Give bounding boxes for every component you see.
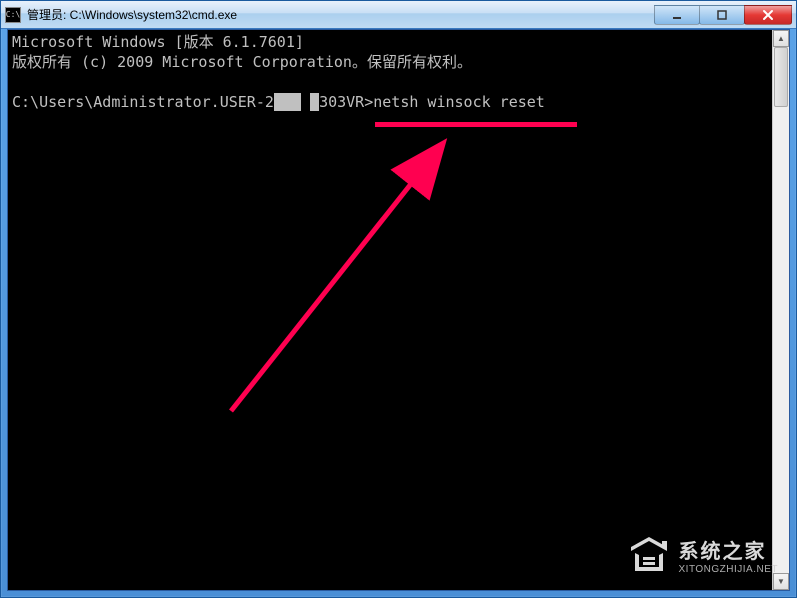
prompt-path-1: C:\Users\Administrator.USER-2 <box>12 93 274 111</box>
prompt-path-2: 303VR> <box>319 93 373 111</box>
close-button[interactable] <box>744 5 792 25</box>
watermark: 系统之家 XITONGZHIJIA.NET <box>627 533 779 577</box>
scroll-up-button[interactable]: ▲ <box>773 30 789 47</box>
minimize-icon <box>671 9 683 21</box>
redacted-2 <box>310 93 319 111</box>
redacted-1 <box>274 93 301 111</box>
maximize-icon <box>716 9 728 21</box>
terminal-output[interactable]: Microsoft Windows [版本 6.1.7601] 版权所有 (c)… <box>8 30 772 590</box>
maximize-button[interactable] <box>699 5 745 25</box>
terminal-prompt-line: C:\Users\Administrator.USER-2 303VR>nets… <box>12 93 545 111</box>
content-area: Microsoft Windows [版本 6.1.7601] 版权所有 (c)… <box>7 29 790 591</box>
watermark-logo-icon <box>627 533 671 577</box>
window-title: 管理员: C:\Windows\system32\cmd.exe <box>27 6 655 23</box>
scroll-track[interactable] <box>773 47 789 573</box>
close-icon <box>762 9 774 21</box>
annotation-underline <box>375 122 577 127</box>
terminal-line-1: Microsoft Windows [版本 6.1.7601] <box>12 33 304 51</box>
titlebar[interactable]: C:\ 管理员: C:\Windows\system32\cmd.exe <box>1 1 796 29</box>
cmd-icon: C:\ <box>5 7 21 23</box>
command-text: netsh winsock reset <box>373 93 545 111</box>
minimize-button[interactable] <box>654 5 700 25</box>
watermark-title: 系统之家 <box>679 535 779 564</box>
window-controls <box>655 5 792 25</box>
cmd-icon-text: C:\ <box>6 10 20 19</box>
watermark-text: 系统之家 XITONGZHIJIA.NET <box>679 535 779 575</box>
scroll-thumb[interactable] <box>774 47 788 107</box>
terminal-line-2: 版权所有 (c) 2009 Microsoft Corporation。保留所有… <box>12 53 472 71</box>
watermark-url: XITONGZHIJIA.NET <box>679 564 779 575</box>
cmd-window: C:\ 管理员: C:\Windows\system32\cmd.exe Mi <box>0 0 797 598</box>
vertical-scrollbar[interactable]: ▲ ▼ <box>772 30 789 590</box>
